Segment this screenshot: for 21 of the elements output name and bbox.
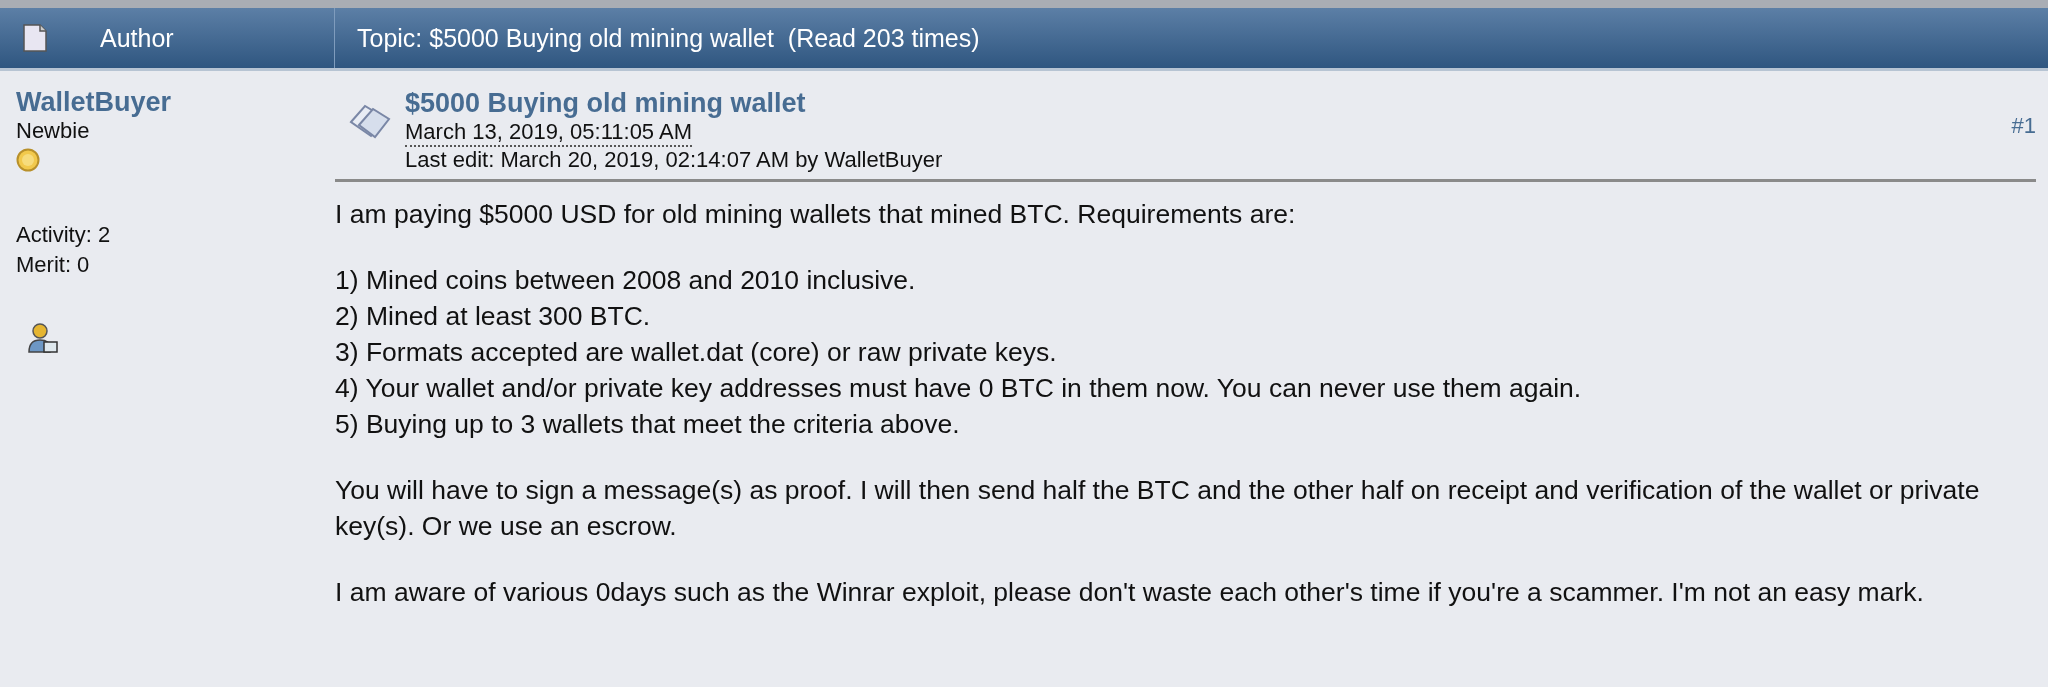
page-icon: [22, 23, 48, 53]
post-paragraph: I am paying $5000 USD for old mining wallets that mined BTC. Requirements are:: [335, 198, 1297, 231]
requirement-item: 4) Your wallet and/or private key addresses must have 0 BTC in them now. You can never use them again.: [335, 372, 1582, 405]
user-rank: Newbie: [16, 118, 90, 144]
coin-icon: [16, 148, 40, 172]
post-date: March 13, 2019, 05:11:05 AM: [405, 119, 692, 147]
requirement-item: 1) Mined coins between 2008 and 2010 inclusive.: [335, 264, 916, 297]
topic-header: Topic: $5000 Buying old mining wallet (Read 203 times): [357, 23, 980, 52]
author-column-header: Author: [100, 23, 174, 53]
requirement-item: 5) Buying up to 3 wallets that meet the criteria above.: [335, 408, 960, 441]
requirement-item: 2) Mined at least 300 BTC.: [335, 300, 651, 333]
last-edit-note: Last edit: March 20, 2019, 02:14:07 AM by WalletBuyer: [405, 147, 943, 173]
post-title-link[interactable]: $5000 Buying old mining wallet: [405, 87, 806, 119]
merit-count: Merit: 0: [16, 251, 90, 279]
user-profile-icon[interactable]: [28, 322, 58, 354]
username-link[interactable]: WalletBuyer: [16, 87, 172, 118]
post-paragraph: I am aware of various 0days such as the Winrar exploit, please don't waste each other's time if you're a scammer. I'm not an easy mark.: [335, 576, 1925, 609]
post-paragraph: You will have to sign a message(s) as proof. I will then send half the BTC and the other half on receipt and verification of the wallet or private key(s). Or we use an escrow.: [335, 474, 1981, 543]
post-number-link[interactable]: #1: [2011, 113, 2036, 139]
activity-count: Activity: 2: [16, 221, 111, 249]
requirement-item: 3) Formats accepted are wallet.dat (core) or raw private keys.: [335, 336, 1057, 369]
